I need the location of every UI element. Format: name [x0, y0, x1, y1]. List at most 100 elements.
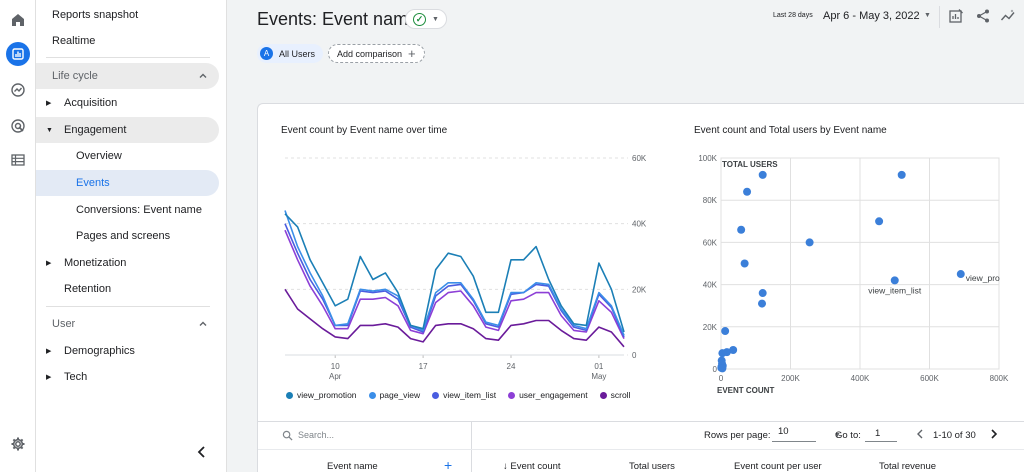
legend-item-view_item_list[interactable]: view_item_list — [432, 390, 496, 400]
explore-icon[interactable] — [6, 78, 30, 102]
line-chart-x-tick: May — [591, 372, 606, 381]
line-chart-x-tick: 01 — [594, 362, 603, 371]
date-preset-label: Last 28 days — [773, 12, 813, 19]
scatter-chart-title: Event count and Total users by Event nam… — [694, 125, 887, 136]
column-header-event-count-per-user[interactable]: Event count per user — [734, 461, 822, 472]
line-chart-legend: view_promotion page_view view_item_list use… — [286, 390, 630, 400]
scatter-x-tick: 600K — [920, 374, 939, 383]
nav-events[interactable]: Events — [36, 170, 219, 196]
line-chart-x-tick: Apr — [329, 372, 342, 381]
next-page-chevron-icon[interactable] — [988, 428, 1000, 440]
legend-swatch — [508, 391, 516, 399]
nav-retention[interactable]: Retention — [36, 276, 219, 302]
scatter-point-label: view_item_list — [868, 285, 922, 295]
add-comparison-button[interactable]: Add comparison + — [328, 44, 425, 63]
caret-right-icon: ▶ — [46, 100, 52, 107]
nav-conversions[interactable]: Conversions: Event name — [36, 197, 219, 223]
nav-demographics[interactable]: ▶ Demographics — [36, 338, 219, 364]
nav-section-life-cycle[interactable]: Life cycle — [36, 63, 219, 89]
legend-label: user_engagement — [519, 390, 588, 400]
line-chart-y-tick: 60K — [632, 154, 647, 163]
scatter-point — [875, 217, 884, 226]
scatter-x-tick: 400K — [851, 374, 870, 383]
column-header-total-users[interactable]: Total users — [629, 461, 675, 472]
line-chart-x-tick: 24 — [507, 362, 516, 371]
legend-swatch — [286, 391, 293, 399]
nav-section-label: Life cycle — [52, 70, 98, 82]
scatter-point — [758, 170, 767, 179]
rows-per-page-select[interactable]: 10 — [772, 426, 816, 442]
scatter-point — [740, 259, 749, 268]
line-chart-y-tick: 0 — [632, 351, 637, 360]
home-icon[interactable] — [6, 8, 30, 32]
legend-item-view_promotion[interactable]: view_promotion — [286, 390, 357, 400]
scatter-x-tick: 200K — [781, 374, 800, 383]
column-header-total-revenue[interactable]: Total revenue — [879, 461, 936, 472]
nav-label: Demographics — [64, 345, 135, 357]
nav-label: Retention — [64, 283, 112, 295]
legend-label: view_promotion — [297, 390, 357, 400]
date-range-caret-icon[interactable]: ▼ — [924, 12, 931, 19]
line-chart-x-tick: 10 — [331, 362, 340, 371]
reports-nav: Reports snapshot Realtime Life cycle ▶ A… — [36, 0, 227, 472]
chevron-up-icon — [199, 73, 207, 78]
caret-right-icon: ▶ — [46, 374, 52, 381]
previous-page-chevron-icon[interactable] — [914, 428, 926, 440]
search-icon — [282, 430, 293, 441]
comparison-chip-all-users[interactable]: A All Users — [257, 44, 324, 63]
goto-page-input[interactable] — [865, 426, 897, 442]
line-chart-y-tick: 20K — [632, 285, 647, 294]
nav-realtime[interactable]: Realtime — [36, 28, 219, 54]
date-range-picker[interactable]: Apr 6 - May 3, 2022 — [823, 10, 920, 22]
legend-label: scroll — [610, 390, 631, 400]
line-chart: 0 20K 40K 60K 10Apr 17 24 01May — [284, 154, 647, 381]
nav-tech[interactable]: ▶ Tech — [36, 364, 219, 390]
customize-report-icon[interactable] — [948, 8, 964, 24]
line-series-page_view — [284, 210, 625, 336]
add-dimension-plus-icon[interactable]: + — [444, 457, 452, 472]
nav-monetization[interactable]: ▶ Monetization — [36, 250, 219, 276]
settings-gear-icon[interactable] — [6, 432, 30, 456]
scatter-point — [805, 238, 814, 247]
share-icon[interactable] — [975, 8, 991, 24]
data-quality-status-button[interactable]: ✓ ▼ — [405, 9, 447, 29]
configure-icon[interactable] — [6, 148, 30, 172]
nav-section-user[interactable]: User — [36, 311, 219, 337]
caret-down-icon: ▼ — [432, 15, 439, 23]
table-divider — [258, 421, 1024, 422]
legend-item-user_engagement[interactable]: user_engagement — [508, 390, 588, 400]
scatter-point — [758, 289, 767, 298]
scatter-point — [737, 225, 746, 234]
pagination-range: 1-10 of 30 — [933, 430, 976, 441]
legend-item-page_view[interactable]: page_view — [368, 390, 420, 400]
scatter-y-tick: 40K — [703, 281, 718, 290]
goto-label: Go to: — [835, 430, 861, 441]
nav-label: Realtime — [52, 35, 96, 47]
insights-icon[interactable] — [1000, 8, 1016, 24]
nav-label: Events — [76, 177, 110, 189]
nav-overview[interactable]: Overview — [36, 143, 219, 169]
table-header-divider — [258, 449, 1024, 450]
nav-reports-snapshot[interactable]: Reports snapshot — [36, 2, 219, 28]
nav-label: Monetization — [64, 257, 127, 269]
nav-label: Conversions: Event name — [76, 204, 202, 216]
nav-acquisition[interactable]: ▶ Acquisition — [36, 90, 219, 116]
plus-icon: + — [408, 46, 416, 61]
nav-label: Acquisition — [64, 97, 118, 109]
comparison-chip-label: All Users — [279, 48, 316, 59]
nav-divider — [46, 57, 210, 58]
column-header-event-name[interactable]: Event name — [327, 461, 378, 472]
collapse-nav-chevron-left-icon[interactable] — [194, 444, 210, 460]
legend-item-scroll[interactable]: scroll — [599, 390, 631, 400]
table-search-input[interactable] — [298, 427, 458, 443]
nav-engagement[interactable]: ▼ Engagement — [36, 117, 219, 143]
nav-pages-and-screens[interactable]: Pages and screens — [36, 223, 219, 249]
reports-icon[interactable] — [6, 42, 30, 66]
scatter-point — [721, 327, 730, 336]
comparison-badge: A — [260, 47, 273, 60]
report-card: Event count by Event name over time 0 20K… — [257, 103, 1024, 472]
scatter-x-tick: 0 — [719, 374, 724, 383]
legend-swatch — [368, 391, 376, 399]
column-header-event-count[interactable]: ↓ Event count — [503, 461, 561, 472]
advertising-icon[interactable] — [6, 114, 30, 138]
